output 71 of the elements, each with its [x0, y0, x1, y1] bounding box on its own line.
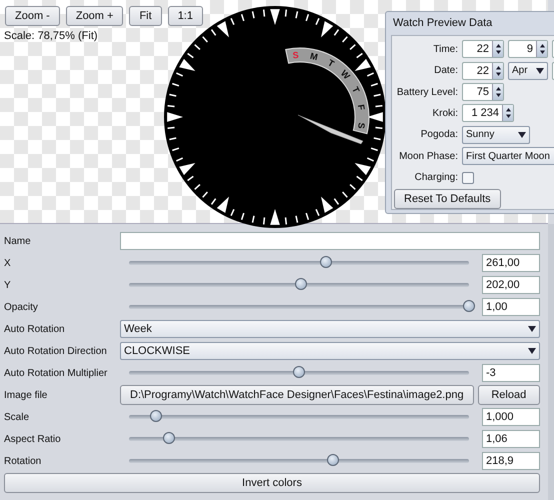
slider-thumb[interactable]: [293, 366, 305, 378]
caret-icon: [528, 348, 536, 354]
slider-thumb[interactable]: [294, 278, 307, 290]
field-label: Charging:: [414, 172, 458, 184]
file-path-button[interactable]: D:\Programy\Watch\WatchFace Designer\Faces\Festina\image2.png: [120, 385, 474, 405]
property-label: Name: [4, 236, 32, 246]
reload-button[interactable]: Reload: [478, 385, 540, 405]
property-label: Scale: [4, 412, 30, 422]
reset-button[interactable]: Reset To Defaults: [394, 189, 501, 210]
field-label: Pogoda:: [420, 129, 458, 140]
spinner-arrows-icon[interactable]: [492, 41, 503, 58]
caret-icon: [518, 132, 526, 138]
dropdown[interactable]: CLOCKWISE: [120, 342, 540, 360]
spinner-field[interactable]: 1 234: [462, 104, 514, 122]
value-field[interactable]: 202,00: [482, 276, 540, 294]
property-label: Auto Rotation Direction: [4, 346, 108, 356]
checkbox[interactable]: [462, 172, 474, 184]
dropdown[interactable]: Sunny: [462, 126, 530, 144]
field-label: Moon Phase:: [398, 150, 458, 162]
weekday-label: T: [350, 85, 362, 94]
dropdown[interactable]: First Quarter Moon: [462, 147, 554, 166]
zoom-button[interactable]: Zoom -: [5, 6, 60, 26]
zoom-button[interactable]: Zoom +: [66, 6, 124, 26]
field-label: Kroki:: [431, 108, 458, 119]
value-field[interactable]: 218,9: [482, 452, 540, 470]
property-label: Auto Rotation Multiplier: [4, 368, 108, 378]
property-label: Image file: [4, 390, 48, 400]
caret-icon: [536, 68, 544, 74]
value-field[interactable]: 1,00: [482, 298, 540, 316]
value-field[interactable]: 261,00: [482, 254, 540, 272]
caret-icon: [528, 326, 536, 332]
dropdown[interactable]: Apr: [508, 62, 548, 80]
spinner-arrows-icon[interactable]: [492, 84, 503, 100]
value-field[interactable]: 1,000: [482, 408, 540, 426]
field-label: Battery Level:: [396, 86, 458, 98]
dialog-title: Watch Preview Data: [392, 16, 494, 31]
field-label: Time:: [432, 44, 458, 55]
spinner-field[interactable]: 9: [508, 40, 548, 58]
weekday-label: M: [309, 50, 319, 62]
spinner-field[interactable]: 22: [462, 62, 504, 80]
weekday-label: T: [326, 58, 336, 69]
property-label: Auto Rotation: [4, 324, 66, 334]
slider-thumb[interactable]: [163, 432, 176, 444]
value-field[interactable]: -3: [482, 364, 540, 382]
slider-thumb[interactable]: [327, 454, 339, 466]
property-label: Aspect Ratio: [4, 434, 62, 444]
spinner-arrows-icon[interactable]: [492, 62, 503, 79]
slider-thumb[interactable]: [320, 256, 332, 268]
property-label: Opacity: [4, 302, 39, 312]
spinner-arrows-icon[interactable]: [502, 105, 513, 122]
spinner-field[interactable]: 75: [462, 83, 504, 102]
weekday-label: S: [292, 50, 300, 60]
slider-thumb[interactable]: [463, 300, 475, 312]
name-field[interactable]: [120, 232, 540, 250]
watch-hand-icon: [298, 114, 364, 144]
value-field[interactable]: 1,06: [482, 430, 540, 448]
scale-label: Scale: 78,75% (Fit): [4, 30, 98, 42]
property-label: Y: [4, 280, 12, 290]
weekday-label: W: [338, 68, 352, 82]
dropdown[interactable]: Week: [120, 320, 540, 338]
spinner-arrows-icon[interactable]: [536, 41, 547, 58]
property-label: Rotation: [4, 456, 42, 466]
weekday-label: S: [356, 122, 367, 130]
invert-colors-button[interactable]: Invert colors: [4, 473, 540, 493]
spinner-field[interactable]: 22: [462, 40, 504, 58]
zoom-button[interactable]: Fit: [129, 6, 162, 26]
property-label: X: [4, 258, 12, 268]
slider-thumb[interactable]: [150, 410, 162, 422]
field-label: Date:: [433, 65, 458, 76]
weekday-label: F: [356, 104, 367, 111]
zoom-button[interactable]: 1:1: [168, 6, 203, 26]
